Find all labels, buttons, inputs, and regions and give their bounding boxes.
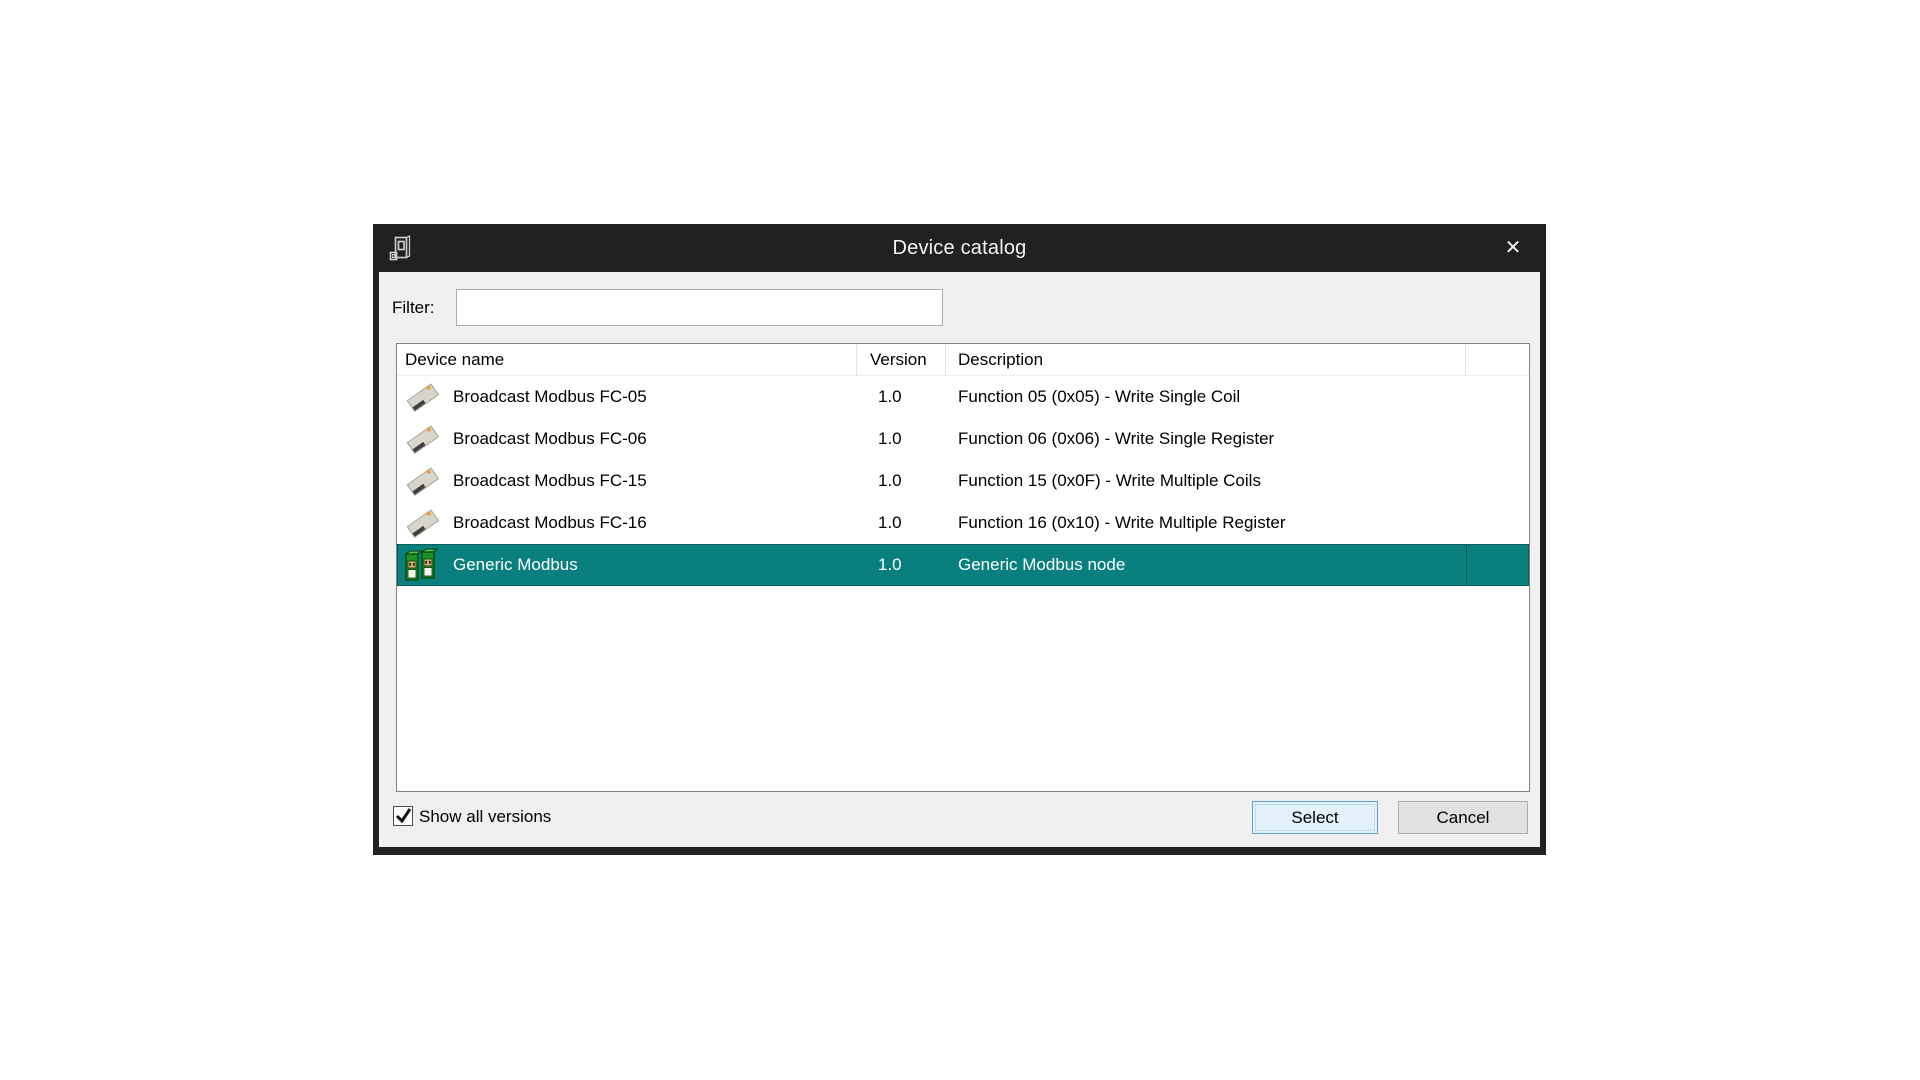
device-table: Device name Version Description xyxy=(396,343,1530,792)
version-cell: 1.0 xyxy=(857,555,946,575)
description-cell: Generic Modbus node xyxy=(946,555,1125,575)
window-title: Device catalog xyxy=(373,237,1546,260)
show-all-versions-checkbox[interactable] xyxy=(393,806,413,826)
device-name-cell: Broadcast Modbus FC-06 xyxy=(453,429,857,449)
device-name-cell: Broadcast Modbus FC-05 xyxy=(453,387,857,407)
table-row[interactable]: Broadcast Modbus FC-15 1.0 Function 15 (… xyxy=(397,460,1529,502)
table-row-selected[interactable]: Generic Modbus 1.0 Generic Modbus node xyxy=(397,544,1529,586)
broadcast-modbus-icon xyxy=(403,505,443,541)
generic-modbus-icon xyxy=(403,547,443,583)
screen: Device catalog ✕ Filter: Device name Ver… xyxy=(0,0,1920,1080)
description-cell: Function 06 (0x06) - Write Single Regist… xyxy=(946,429,1274,449)
description-cell: Function 05 (0x05) - Write Single Coil xyxy=(946,387,1240,407)
filter-input[interactable] xyxy=(456,289,943,326)
column-header-empty xyxy=(1466,344,1529,376)
version-cell: 1.0 xyxy=(857,471,946,491)
version-cell: 1.0 xyxy=(857,387,946,407)
version-cell: 1.0 xyxy=(857,513,946,533)
description-cell: Function 15 (0x0F) - Write Multiple Coil… xyxy=(946,471,1261,491)
column-header-version[interactable]: Version xyxy=(857,344,946,376)
broadcast-modbus-icon xyxy=(403,421,443,457)
table-row[interactable]: Broadcast Modbus FC-05 1.0 Function 05 (… xyxy=(397,376,1529,418)
table-row[interactable]: Broadcast Modbus FC-16 1.0 Function 16 (… xyxy=(397,502,1529,544)
filter-label: Filter: xyxy=(392,298,435,318)
table-row[interactable]: Broadcast Modbus FC-06 1.0 Function 06 (… xyxy=(397,418,1529,460)
description-cell: Function 16 (0x10) - Write Multiple Regi… xyxy=(946,513,1286,533)
filter-row: Filter: xyxy=(379,272,1540,342)
titlebar[interactable]: Device catalog ✕ xyxy=(373,224,1546,272)
show-all-versions-label: Show all versions xyxy=(419,807,551,827)
table-header: Device name Version Description xyxy=(397,344,1529,376)
checkmark-icon xyxy=(394,806,414,826)
select-button[interactable]: Select xyxy=(1252,801,1378,834)
broadcast-modbus-icon xyxy=(403,463,443,499)
column-header-description[interactable]: Description xyxy=(946,344,1466,376)
device-name-cell: Broadcast Modbus FC-16 xyxy=(453,513,857,533)
column-header-device-name[interactable]: Device name xyxy=(397,344,857,376)
device-name-cell: Generic Modbus xyxy=(453,555,857,575)
close-icon[interactable]: ✕ xyxy=(1498,234,1528,262)
cancel-button[interactable]: Cancel xyxy=(1398,801,1528,834)
device-catalog-dialog: Device catalog ✕ Filter: Device name Ver… xyxy=(373,224,1546,855)
broadcast-modbus-icon xyxy=(403,379,443,415)
device-name-cell: Broadcast Modbus FC-15 xyxy=(453,471,857,491)
dialog-content: Filter: Device name Version Description xyxy=(379,272,1540,847)
version-cell: 1.0 xyxy=(857,429,946,449)
